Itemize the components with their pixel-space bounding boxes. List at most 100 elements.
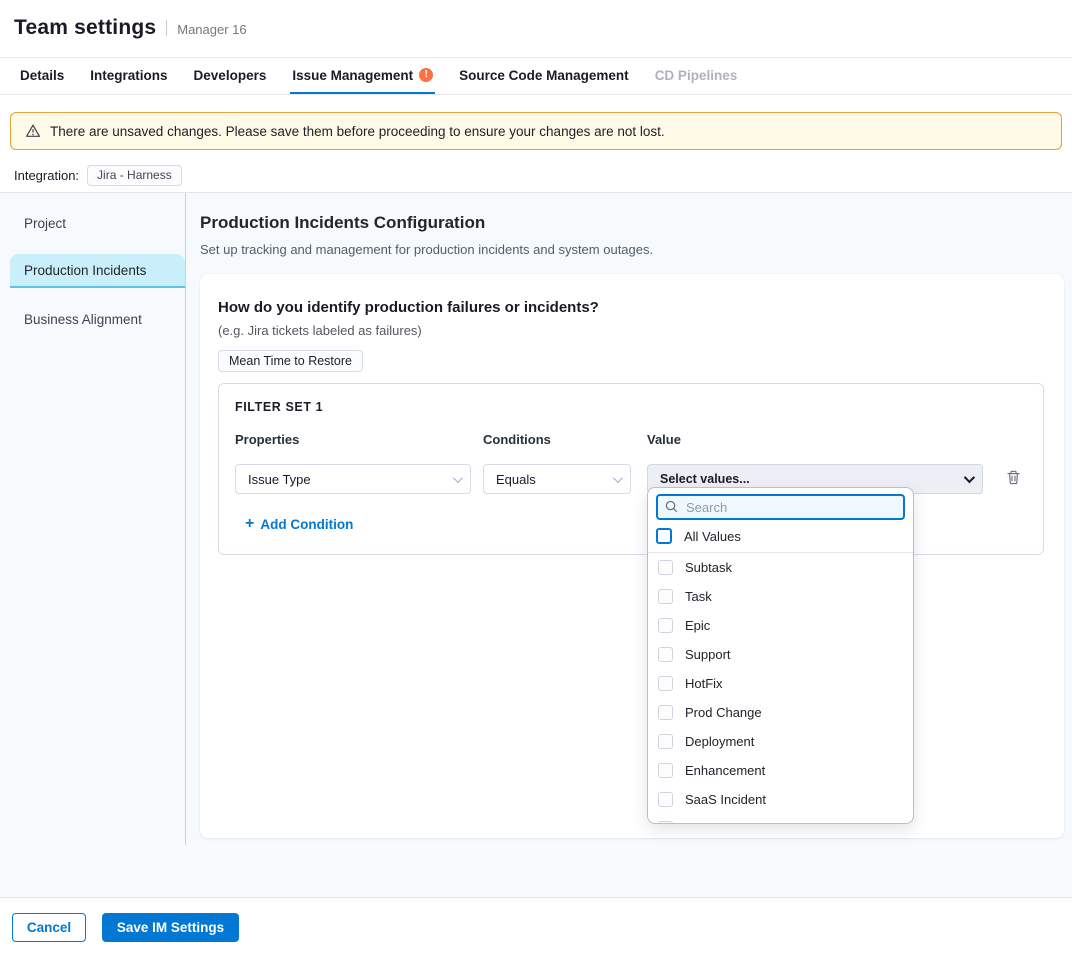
plus-icon: + (245, 516, 254, 532)
dropdown-option[interactable]: Epic (648, 611, 913, 640)
checkbox-icon[interactable] (656, 528, 672, 544)
checkbox-icon[interactable] (658, 792, 673, 807)
select-all-option[interactable]: All Values (648, 520, 913, 552)
footer-spacer (0, 845, 1072, 897)
dropdown-option-label: Subtask (685, 560, 732, 575)
banner-message: There are unsaved changes. Please save t… (50, 124, 665, 139)
tab-cd-pipelines: CD Pipelines (653, 58, 740, 94)
sidebar-item-production-incidents[interactable]: Production Incidents (10, 254, 185, 288)
metric-chip[interactable]: Mean Time to Restore (218, 350, 363, 372)
checkbox-icon[interactable] (658, 618, 673, 633)
integration-label: Integration: (14, 168, 79, 183)
dropdown-option-label: Task (685, 589, 712, 604)
condition-select[interactable]: Equals (483, 464, 631, 494)
dropdown-search-input[interactable] (656, 494, 905, 520)
select-all-label: All Values (684, 529, 741, 544)
properties-column-label: Properties (235, 432, 483, 447)
dropdown-option-label: Enhancement (685, 763, 765, 778)
page-header: Team settings Manager 16 (0, 0, 1072, 57)
unsaved-changes-badge-icon: ! (419, 68, 433, 82)
sidebar-item-project[interactable]: Project (10, 206, 184, 240)
cancel-button[interactable]: Cancel (12, 913, 86, 942)
sidebar-item-business-alignment-label: Business Alignment (24, 312, 142, 327)
dropdown-option[interactable]: Task (648, 582, 913, 611)
checkbox-icon[interactable] (658, 821, 673, 824)
footer-actions: Cancel Save IM Settings (0, 897, 1072, 956)
tab-issue-management[interactable]: Issue Management ! (290, 58, 435, 94)
tab-source-code-management[interactable]: Source Code Management (457, 58, 631, 94)
value-dropdown-panel: All Values Subtask Task Epic Support HotFix P… (647, 487, 914, 824)
dropdown-search (656, 494, 905, 520)
dropdown-option-label: Customer Notification (685, 821, 809, 824)
search-icon (664, 499, 679, 519)
delete-condition-button[interactable] (1003, 467, 1024, 491)
add-condition-button[interactable]: + Add Condition (245, 516, 353, 532)
page-title: Team settings (14, 16, 156, 40)
dropdown-option-label: Support (685, 647, 731, 662)
tab-details-label: Details (20, 68, 64, 83)
incidents-config-card: How do you identify production failures … (200, 274, 1064, 838)
dropdown-option-label: SaaS Incident (685, 792, 766, 807)
save-im-settings-button[interactable]: Save IM Settings (102, 913, 239, 942)
integration-row: Integration: Jira - Harness (14, 164, 1072, 187)
checkbox-icon[interactable] (658, 647, 673, 662)
tab-bar: Details Integrations Developers Issue Ma… (0, 57, 1072, 95)
trash-icon (1005, 469, 1022, 489)
sidebar-item-business-alignment[interactable]: Business Alignment (10, 302, 184, 336)
dropdown-option[interactable]: Prod Change (648, 698, 913, 727)
tab-integrations[interactable]: Integrations (88, 58, 169, 94)
integration-chip[interactable]: Jira - Harness (87, 165, 182, 186)
dropdown-option[interactable]: Enhancement (648, 756, 913, 785)
main-panel: Production Incidents Configuration Set u… (186, 193, 1072, 845)
filter-column-headers: Properties Conditions Value (235, 432, 1027, 447)
dropdown-option[interactable]: Support (648, 640, 913, 669)
chevron-down-icon (613, 473, 623, 483)
sidebar-item-project-label: Project (24, 216, 66, 231)
tab-developers-label: Developers (194, 68, 267, 83)
value-column-label: Value (647, 432, 681, 447)
dropdown-option-label: Deployment (685, 734, 754, 749)
checkbox-icon[interactable] (658, 734, 673, 749)
tab-developers[interactable]: Developers (192, 58, 269, 94)
property-select[interactable]: Issue Type (235, 464, 471, 494)
section-subtitle: Set up tracking and management for produ… (200, 242, 1064, 257)
value-multiselect-placeholder: Select values... (660, 472, 750, 486)
checkbox-icon[interactable] (658, 589, 673, 604)
dropdown-options: Subtask Task Epic Support HotFix Prod Change D… (648, 553, 913, 824)
question-title: How do you identify production failures … (218, 299, 1046, 316)
dropdown-option[interactable]: HotFix (648, 669, 913, 698)
team-settings-page: Team settings Manager 16 Details Integra… (0, 0, 1072, 956)
dropdown-option[interactable]: Customer Notification (648, 814, 913, 824)
team-name-label: Manager 16 (177, 22, 246, 37)
filter-set-title: FILTER SET 1 (235, 400, 1027, 414)
dropdown-option[interactable]: Subtask (648, 553, 913, 582)
section-title: Production Incidents Configuration (200, 213, 1064, 233)
dropdown-option-label: HotFix (685, 676, 723, 691)
question-hint: (e.g. Jira tickets labeled as failures) (218, 323, 1046, 338)
warning-triangle-icon (25, 123, 41, 139)
dropdown-option-label: Epic (685, 618, 710, 633)
conditions-column-label: Conditions (483, 432, 647, 447)
settings-sidebar: Project Production Incidents Business Al… (0, 193, 186, 845)
filter-set-box: FILTER SET 1 Properties Conditions Value… (218, 383, 1044, 555)
checkbox-icon[interactable] (658, 676, 673, 691)
dropdown-option-label: Prod Change (685, 705, 762, 720)
checkbox-icon[interactable] (658, 763, 673, 778)
tab-integrations-label: Integrations (90, 68, 167, 83)
tab-cd-pipelines-label: CD Pipelines (655, 68, 738, 83)
chevron-down-icon (453, 473, 463, 483)
dropdown-option[interactable]: Deployment (648, 727, 913, 756)
chevron-down-icon (964, 472, 975, 483)
condition-select-value: Equals (496, 472, 536, 487)
checkbox-icon[interactable] (658, 705, 673, 720)
tab-issue-management-label: Issue Management (292, 68, 413, 83)
unsaved-changes-banner: There are unsaved changes. Please save t… (10, 112, 1062, 150)
title-divider (166, 20, 167, 36)
tab-details[interactable]: Details (18, 58, 66, 94)
checkbox-icon[interactable] (658, 560, 673, 575)
add-condition-label: Add Condition (260, 517, 353, 532)
property-select-value: Issue Type (248, 472, 311, 487)
dropdown-option[interactable]: SaaS Incident (648, 785, 913, 814)
tab-source-code-management-label: Source Code Management (459, 68, 629, 83)
sidebar-item-production-incidents-label: Production Incidents (24, 263, 146, 278)
